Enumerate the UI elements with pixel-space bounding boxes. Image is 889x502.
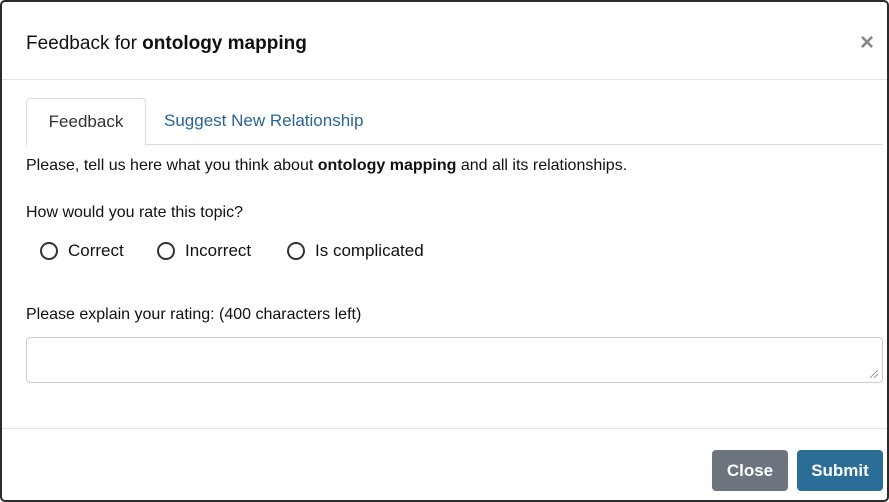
- radio-incorrect[interactable]: Incorrect: [157, 238, 251, 264]
- radio-correct[interactable]: Correct: [40, 238, 124, 264]
- explanation-textarea[interactable]: [26, 337, 883, 383]
- explanation-label: Please explain your rating: (400 charact…: [26, 306, 362, 323]
- rating-question: How would you rate this topic?: [26, 204, 243, 221]
- radio-circle-icon[interactable]: [287, 242, 305, 260]
- submit-button[interactable]: Submit: [797, 450, 883, 491]
- radio-circle-icon[interactable]: [40, 242, 58, 260]
- radio-label-is-complicated[interactable]: Is complicated: [315, 241, 424, 261]
- modal-title: Feedback for ontology mapping: [26, 33, 307, 55]
- radio-label-incorrect[interactable]: Incorrect: [185, 241, 251, 261]
- tab-feedback[interactable]: Feedback: [26, 98, 146, 146]
- tab-bar: Feedback Suggest New Relationship: [26, 98, 883, 146]
- modal-title-topic: ontology mapping: [142, 33, 307, 54]
- radio-circle-icon[interactable]: [157, 242, 175, 260]
- modal-title-prefix: Feedback for: [26, 33, 143, 54]
- intro-suffix: and all its relationships.: [456, 157, 628, 174]
- radio-is-complicated[interactable]: Is complicated: [287, 238, 424, 264]
- intro-prefix: Please, tell us here what you think abou…: [26, 157, 318, 174]
- radio-label-correct[interactable]: Correct: [68, 241, 124, 261]
- close-button[interactable]: Close: [712, 450, 788, 491]
- close-icon[interactable]: ×: [857, 30, 877, 56]
- feedback-modal: Feedback for ontology mapping × Feedback…: [0, 0, 889, 502]
- resize-handle-icon[interactable]: [868, 368, 878, 378]
- intro-text: Please, tell us here what you think abou…: [26, 157, 627, 175]
- modal-footer: Close Submit: [2, 428, 887, 500]
- intro-topic: ontology mapping: [317, 157, 457, 174]
- tab-suggest-new-relationship[interactable]: Suggest New Relationship: [146, 98, 381, 145]
- modal-header: Feedback for ontology mapping ×: [2, 2, 887, 80]
